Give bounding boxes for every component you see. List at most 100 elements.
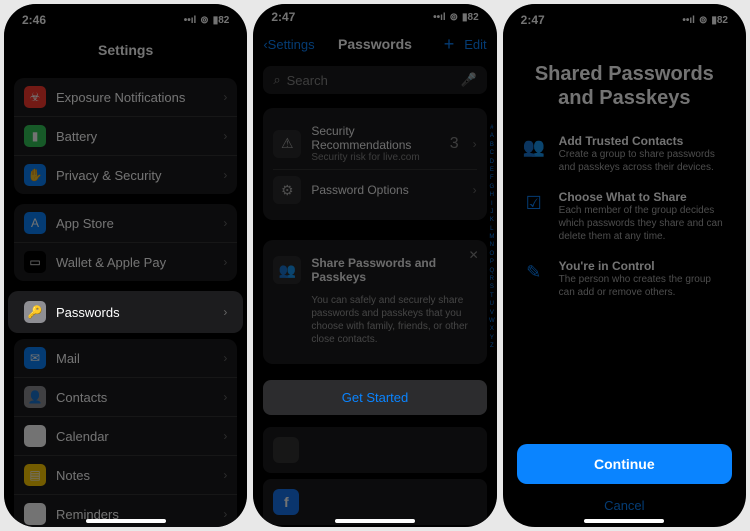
feature-desc: Each member of the group decides which p… bbox=[559, 204, 728, 243]
chevron-right-icon: › bbox=[223, 129, 227, 143]
settings-list[interactable]: ☣Exposure Notifications›▮Battery›✋Privac… bbox=[4, 68, 247, 527]
settings-row-exposure-notifications[interactable]: ☣ Exposure Notifications › bbox=[14, 78, 237, 117]
feature-item: ☑Choose What to ShareEach member of the … bbox=[521, 190, 728, 243]
status-indicators: ••ıl ⊚ ▮82 bbox=[433, 12, 479, 23]
row-label: App Store bbox=[56, 216, 114, 231]
settings-row-wallet-apple-pay[interactable]: ▭ Wallet & Apple Pay › bbox=[14, 243, 237, 281]
sec-rec-sub: Security risk for live.com bbox=[311, 152, 439, 163]
sec-rec-title: Security Recommendations bbox=[311, 124, 439, 152]
settings-screen: 2:46 ••ıl ⊚ ▮82 Settings ☣ Exposure Notif… bbox=[4, 4, 247, 527]
chevron-right-icon: › bbox=[223, 305, 227, 319]
intro-content: Shared Passwords and Passkeys 👥Add Trust… bbox=[503, 32, 746, 438]
chevron-right-icon: › bbox=[223, 255, 227, 269]
search-placeholder: Search bbox=[287, 73, 328, 88]
key-icon: 🔑 bbox=[24, 301, 46, 323]
passwords-screen: 2:47 ••ıl ⊚ ▮82 ‹ Settings Passwords + E… bbox=[253, 4, 496, 527]
signal-icon: ••ıl bbox=[433, 12, 446, 23]
feature-title: You're in Control bbox=[559, 259, 728, 273]
chevron-right-icon: › bbox=[223, 429, 227, 443]
security-card: ⚠ Security Recommendations Security risk… bbox=[263, 108, 486, 220]
signal-icon: ••ıl bbox=[682, 15, 695, 26]
nav-bar: Settings bbox=[4, 32, 247, 68]
row-label: Wallet & Apple Pay bbox=[56, 255, 166, 270]
password-entry-row[interactable] bbox=[263, 427, 486, 473]
wifi-icon: ⊚ bbox=[200, 15, 208, 26]
close-icon[interactable]: ✕ bbox=[469, 248, 479, 262]
get-started-button[interactable]: Get Started bbox=[263, 380, 486, 415]
settings-row-privacy-security[interactable]: ✋Privacy & Security› bbox=[14, 156, 237, 194]
wifi-icon: ⊚ bbox=[450, 12, 458, 23]
share-title: Share Passwords and Passkeys bbox=[311, 256, 476, 284]
share-card: ✕ 👥 Share Passwords and Passkeys You can… bbox=[263, 240, 486, 364]
feature-icon: 👥 bbox=[521, 134, 547, 160]
row-label: Battery bbox=[56, 129, 97, 144]
battery-icon: ▮82 bbox=[462, 12, 479, 23]
settings-row-notes[interactable]: ▤Notes› bbox=[14, 456, 237, 495]
security-recommendations-row[interactable]: ⚠ Security Recommendations Security risk… bbox=[273, 118, 476, 169]
row-app-icon: ▦ bbox=[24, 425, 46, 447]
battery-icon: ▮82 bbox=[213, 15, 230, 26]
row-label: Mail bbox=[56, 351, 80, 366]
settings-row-contacts[interactable]: 👤Contacts› bbox=[14, 378, 237, 417]
back-button[interactable]: ‹ Settings bbox=[263, 37, 314, 52]
status-bar: 2:47 ••ıl ⊚ ▮82 bbox=[503, 4, 746, 32]
row-app-icon: ☣ bbox=[24, 86, 46, 108]
site-icon: f bbox=[273, 489, 299, 515]
password-options-row[interactable]: ⚙ Password Options › bbox=[273, 169, 476, 210]
signal-icon: ••ıl bbox=[184, 15, 197, 26]
row-label: Exposure Notifications bbox=[56, 90, 185, 105]
pwd-options-label: Password Options bbox=[311, 183, 408, 197]
cancel-button[interactable]: Cancel bbox=[517, 490, 732, 521]
chevron-right-icon: › bbox=[223, 168, 227, 182]
row-app-icon: ✋ bbox=[24, 164, 46, 186]
settings-row-passwords[interactable]: 🔑 Passwords › bbox=[8, 291, 243, 333]
mic-icon[interactable]: 🎤 bbox=[460, 72, 476, 88]
chevron-right-icon: › bbox=[223, 390, 227, 404]
page-title: Passwords bbox=[338, 36, 412, 52]
nav-bar: ‹ Settings Passwords + Edit bbox=[253, 26, 496, 62]
chevron-right-icon: › bbox=[223, 507, 227, 521]
feature-item: ✎ You're in ControlThe person who creates… bbox=[521, 259, 728, 299]
search-icon: ⌕ bbox=[273, 72, 280, 88]
feature-icon: ☑ bbox=[521, 190, 547, 216]
feature-icon: ✎ bbox=[521, 259, 547, 285]
settings-row-battery[interactable]: ▮Battery› bbox=[14, 117, 237, 156]
edit-button[interactable]: Edit bbox=[464, 37, 486, 52]
gear-icon: ⚙ bbox=[273, 176, 301, 204]
feature-title: Add Trusted Contacts bbox=[559, 134, 728, 148]
continue-button[interactable]: Continue bbox=[517, 444, 732, 484]
alpha-index[interactable]: #ABCDEFGHIJKLMNOPQRSTUVWXYZ bbox=[489, 124, 495, 351]
row-app-icon: ▭ bbox=[24, 251, 46, 273]
add-button[interactable]: + bbox=[444, 34, 455, 55]
row-label: Notes bbox=[56, 468, 90, 483]
row-label: Passwords bbox=[56, 305, 120, 320]
search-input[interactable]: ⌕ Search 🎤 bbox=[263, 66, 486, 94]
feature-desc: Create a group to share passwords and pa… bbox=[559, 148, 728, 174]
home-indicator[interactable] bbox=[584, 519, 664, 523]
feature-desc: The person who creates the group can add… bbox=[559, 273, 728, 299]
chevron-right-icon: › bbox=[473, 137, 477, 151]
status-time: 2:47 bbox=[271, 10, 295, 24]
row-label: Calendar bbox=[56, 429, 109, 444]
page-title: Settings bbox=[98, 42, 153, 58]
status-indicators: ••ıl ⊚ ▮82 bbox=[184, 15, 230, 26]
feature-item: 👥 Add Trusted ContactsCreate a group to s… bbox=[521, 134, 728, 174]
sec-rec-count: 3 bbox=[450, 135, 459, 153]
row-app-icon: 👤 bbox=[24, 386, 46, 408]
status-bar: 2:46 ••ıl ⊚ ▮82 bbox=[4, 4, 247, 32]
settings-row-app-store[interactable]: A App Store › bbox=[14, 204, 237, 243]
chevron-right-icon: › bbox=[223, 216, 227, 230]
chevron-right-icon: › bbox=[223, 90, 227, 104]
settings-row-calendar[interactable]: ▦ Calendar › bbox=[14, 417, 237, 456]
people-icon: 👥 bbox=[273, 256, 301, 284]
row-app-icon: A bbox=[24, 212, 46, 234]
home-indicator[interactable] bbox=[86, 519, 166, 523]
settings-row-mail[interactable]: ✉Mail› bbox=[14, 339, 237, 378]
shared-passwords-intro-screen: 2:47 ••ıl ⊚ ▮82 Shared Passwords and Pas… bbox=[503, 4, 746, 527]
status-time: 2:47 bbox=[521, 13, 545, 27]
row-app-icon: ✉ bbox=[24, 347, 46, 369]
row-app-icon: ▤ bbox=[24, 464, 46, 486]
home-indicator[interactable] bbox=[335, 519, 415, 523]
status-time: 2:46 bbox=[22, 13, 46, 27]
status-bar: 2:47 ••ıl ⊚ ▮82 bbox=[253, 4, 496, 26]
